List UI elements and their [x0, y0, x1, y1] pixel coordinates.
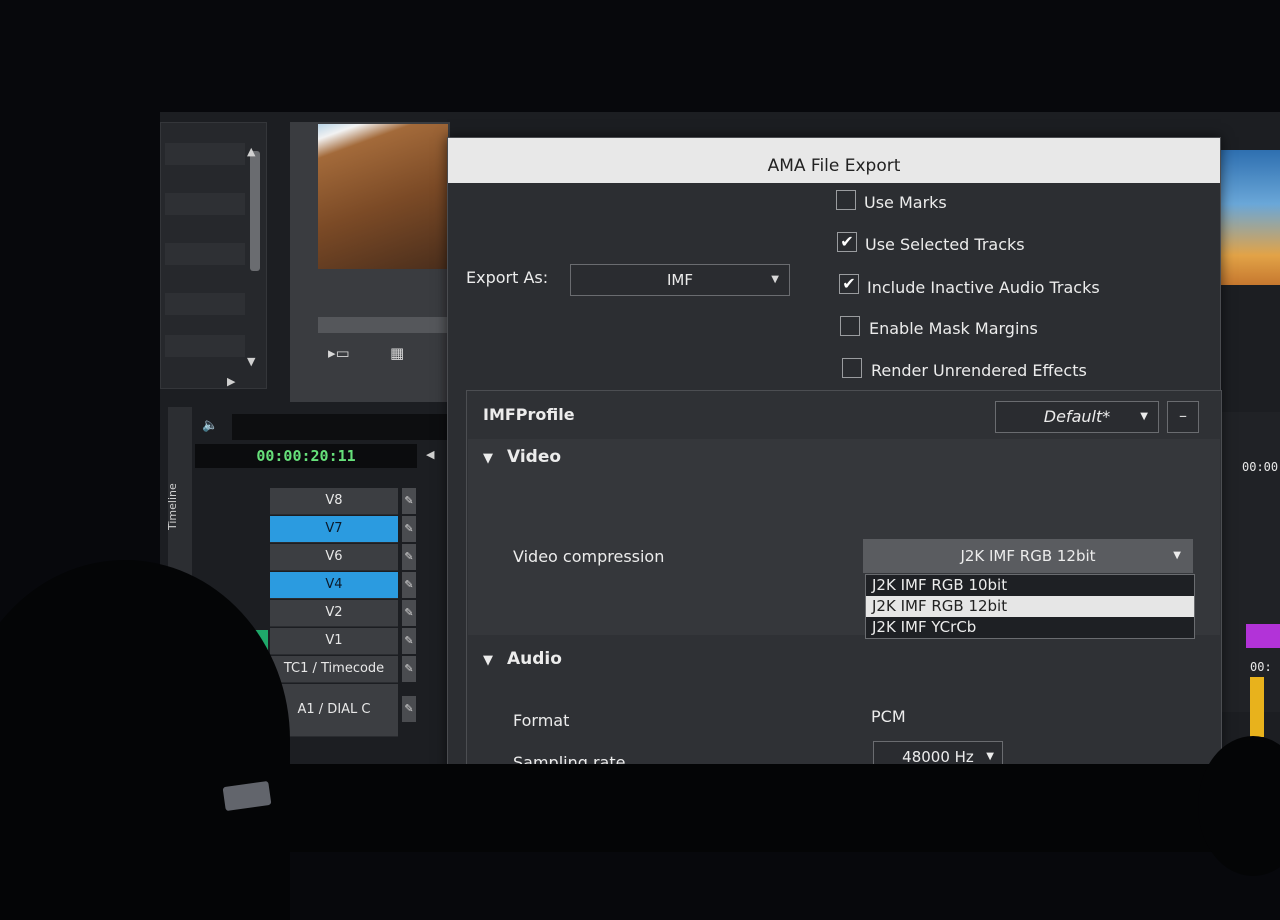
timecode-display: 00:00:20:11 [195, 444, 417, 468]
include-inactive-audio-label: Include Inactive Audio Tracks [867, 278, 1100, 297]
speaker-icon[interactable]: 🔈 [202, 418, 218, 433]
format-label: Format [513, 711, 570, 730]
enable-mask-margins-label: Enable Mask Margins [869, 319, 1038, 338]
video-compression-dropdown: J2K IMF RGB 10bit J2K IMF RGB 12bit J2K … [865, 574, 1195, 639]
bin-row[interactable] [165, 143, 245, 165]
pencil-icon[interactable]: ✎ [402, 628, 416, 654]
video-compression-value: J2K IMF RGB 12bit [960, 547, 1096, 565]
track-v4[interactable]: V4 [270, 572, 398, 599]
include-inactive-audio-checkbox[interactable]: ✔ [839, 274, 859, 294]
track-v2[interactable]: V2 [270, 600, 398, 627]
bin-row[interactable] [165, 243, 245, 265]
scroll-down-icon[interactable]: ▼ [247, 355, 255, 368]
triangle-down-icon: ▼ [483, 653, 493, 668]
audio-meter [1250, 677, 1264, 737]
source-position-bar[interactable] [318, 317, 448, 333]
triangle-down-icon: ▼ [483, 451, 493, 466]
use-selected-tracks-label: Use Selected Tracks [865, 235, 1025, 254]
video-compression-label: Video compression [513, 547, 665, 566]
track-v1[interactable]: V1 [270, 628, 398, 655]
play-small-icon[interactable]: ▶ [227, 375, 235, 388]
profile-preset-select[interactable]: Default* ▼ [995, 401, 1159, 433]
pencil-icon[interactable]: ✎ [402, 544, 416, 570]
bin-row[interactable] [165, 293, 245, 315]
bin-row[interactable] [165, 193, 245, 215]
right-timecode-small: 00: [1250, 660, 1272, 674]
compression-option-rgb-12bit[interactable]: J2K IMF RGB 12bit [866, 596, 1194, 617]
render-unrendered-effects-checkbox[interactable] [842, 358, 862, 378]
timeline-title-bar [232, 414, 452, 440]
ama-file-export-dialog: AMA File Export Export As: IMF ▼ Use Mar… [447, 137, 1222, 792]
video-compression-select[interactable]: J2K IMF RGB 12bit ▼ [863, 539, 1193, 573]
chevron-down-icon: ▼ [1173, 550, 1181, 561]
export-as-value: IMF [667, 271, 693, 289]
profile-title: IMFProfile [483, 405, 575, 424]
scroll-up-icon[interactable]: ▲ [247, 145, 255, 158]
checkmark-icon: ✔ [842, 274, 856, 293]
profile-preset-value: Default* [1043, 407, 1111, 426]
audio-header-label: Audio [507, 649, 562, 669]
timeline-side-label: Timeline [166, 483, 179, 530]
imf-profile-panel: IMFProfile Default* ▼ – ▼ Video Video com… [466, 390, 1222, 792]
use-selected-tracks-checkbox[interactable]: ✔ [837, 232, 857, 252]
pencil-icon[interactable]: ✎ [402, 516, 416, 542]
pencil-icon[interactable]: ✎ [402, 696, 416, 722]
video-section-header[interactable]: ▼ Video [483, 447, 561, 467]
compression-option-ycrcb[interactable]: J2K IMF YCrCb [866, 617, 1194, 638]
use-marks-label: Use Marks [864, 193, 947, 212]
enable-mask-margins-checkbox[interactable] [840, 316, 860, 336]
bin-row[interactable] [165, 335, 245, 357]
checkmark-icon: ✔ [840, 232, 854, 251]
track-v7[interactable]: V7 [270, 516, 398, 543]
render-unrendered-effects-label: Render Unrendered Effects [871, 361, 1087, 380]
compression-option-rgb-10bit[interactable]: J2K IMF RGB 10bit [866, 575, 1194, 596]
video-header-label: Video [507, 447, 562, 467]
track-tc1[interactable]: TC1 / Timecode [270, 656, 398, 683]
pencil-icon[interactable]: ✎ [402, 600, 416, 626]
bin-panel: ▲ ▼ ▶ [160, 122, 267, 389]
remove-preset-button[interactable]: – [1167, 401, 1199, 433]
source-monitor-image [318, 124, 448, 269]
pencil-icon[interactable]: ✎ [402, 656, 416, 682]
pencil-icon[interactable]: ✎ [402, 572, 416, 598]
export-as-label: Export As: [466, 268, 549, 287]
track-v8[interactable]: V8 [270, 488, 398, 515]
purple-clip[interactable] [1246, 624, 1280, 648]
dialog-title[interactable]: AMA File Export [448, 138, 1220, 183]
pencil-icon[interactable]: ✎ [402, 488, 416, 514]
chevron-down-icon: ▼ [771, 274, 779, 285]
grid-view-icon[interactable]: ▦ [390, 344, 404, 362]
track-v6[interactable]: V6 [270, 544, 398, 571]
use-marks-checkbox[interactable] [836, 190, 856, 210]
format-value: PCM [871, 707, 906, 726]
audio-section-header[interactable]: ▼ Audio [483, 649, 562, 669]
mark-clip-icon[interactable]: ▸▭ [328, 344, 350, 362]
chevron-down-icon: ▼ [1140, 411, 1148, 422]
timecode-menu-icon[interactable]: ◀ [426, 448, 434, 461]
right-timecode: 00:00 [1242, 460, 1279, 474]
bin-scrollbar[interactable] [250, 151, 260, 271]
export-as-select[interactable]: IMF ▼ [570, 264, 790, 296]
